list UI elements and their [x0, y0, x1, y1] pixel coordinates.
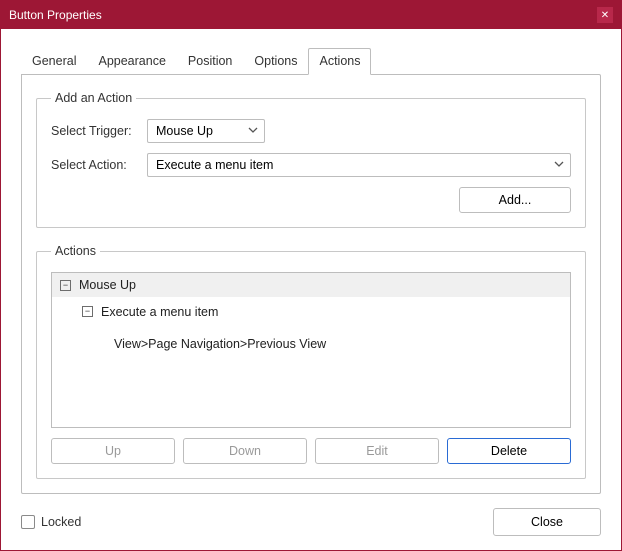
- actions-legend: Actions: [51, 244, 100, 258]
- tab-general[interactable]: General: [21, 48, 87, 75]
- up-button[interactable]: Up: [51, 438, 175, 464]
- dialog-window: Button Properties ✕ General Appearance P…: [0, 0, 622, 551]
- add-action-legend: Add an Action: [51, 91, 136, 105]
- window-title: Button Properties: [9, 8, 597, 22]
- trigger-select[interactable]: Mouse Up: [147, 119, 265, 143]
- collapse-icon[interactable]: −: [60, 280, 71, 291]
- trigger-row: Select Trigger: Mouse Up: [51, 119, 571, 143]
- edit-button[interactable]: Edit: [315, 438, 439, 464]
- add-button[interactable]: Add...: [459, 187, 571, 213]
- tree-row-detail[interactable]: View>Page Navigation>Previous View: [52, 327, 570, 357]
- close-button[interactable]: Close: [493, 508, 601, 536]
- collapse-icon[interactable]: −: [82, 306, 93, 317]
- chevron-down-icon: [248, 124, 258, 138]
- tree-row-action[interactable]: − Execute a menu item: [52, 297, 570, 327]
- trigger-label: Select Trigger:: [51, 124, 147, 138]
- dialog-footer: Locked Close: [21, 508, 601, 536]
- window-close-button[interactable]: ✕: [597, 7, 613, 23]
- actions-tree[interactable]: − Mouse Up − Execute a menu item View>Pa…: [51, 272, 571, 428]
- action-select[interactable]: Execute a menu item: [147, 153, 571, 177]
- tree-detail-label: View>Page Navigation>Previous View: [114, 337, 326, 351]
- tab-strip: General Appearance Position Options Acti…: [21, 47, 601, 74]
- actions-group: Actions − Mouse Up − Execute a menu item…: [36, 244, 586, 479]
- add-button-row: Add...: [51, 187, 571, 213]
- action-label: Select Action:: [51, 158, 147, 172]
- chevron-down-icon: [554, 158, 564, 172]
- tab-appearance[interactable]: Appearance: [87, 48, 176, 75]
- content-area: General Appearance Position Options Acti…: [1, 29, 621, 508]
- titlebar: Button Properties ✕: [1, 1, 621, 29]
- close-icon: ✕: [601, 10, 609, 21]
- delete-button[interactable]: Delete: [447, 438, 571, 464]
- action-row: Select Action: Execute a menu item: [51, 153, 571, 177]
- locked-label: Locked: [41, 515, 81, 529]
- trigger-value: Mouse Up: [156, 124, 213, 138]
- action-buttons-row: Up Down Edit Delete: [51, 438, 571, 464]
- checkbox-box-icon: [21, 515, 35, 529]
- down-button[interactable]: Down: [183, 438, 307, 464]
- tree-action-label: Execute a menu item: [101, 305, 218, 319]
- add-action-group: Add an Action Select Trigger: Mouse Up S…: [36, 91, 586, 228]
- tab-panel-actions: Add an Action Select Trigger: Mouse Up S…: [21, 74, 601, 494]
- action-value: Execute a menu item: [156, 158, 273, 172]
- tab-position[interactable]: Position: [177, 48, 243, 75]
- tree-trigger-label: Mouse Up: [79, 278, 136, 292]
- tab-options[interactable]: Options: [243, 48, 308, 75]
- tab-actions[interactable]: Actions: [308, 48, 371, 75]
- locked-checkbox[interactable]: Locked: [21, 515, 81, 529]
- tree-row-trigger[interactable]: − Mouse Up: [52, 273, 570, 297]
